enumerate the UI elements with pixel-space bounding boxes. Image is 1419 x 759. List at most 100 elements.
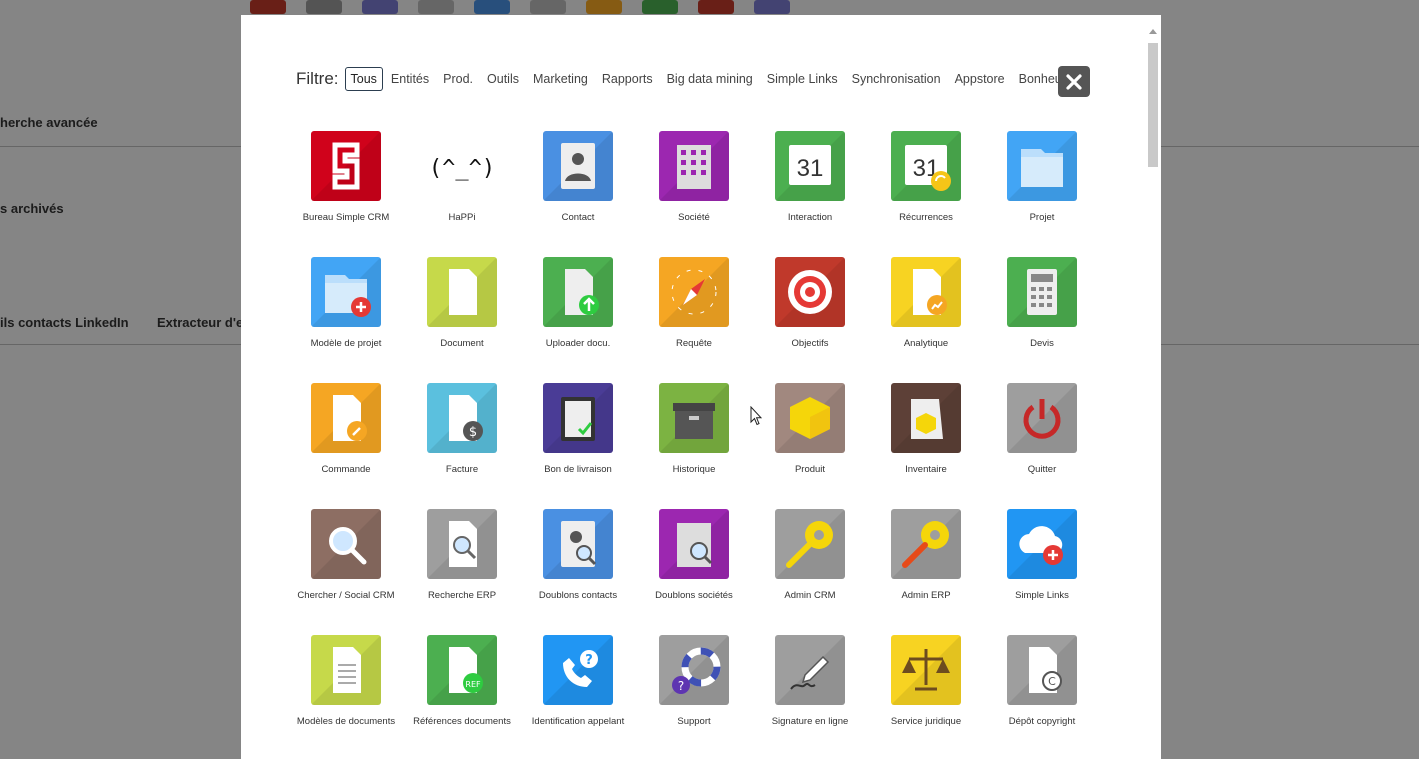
scrollbar-thumb[interactable] bbox=[1148, 43, 1158, 167]
app-tile-commande[interactable]: Commande bbox=[288, 383, 404, 509]
app-tile-label: Modèle de projet bbox=[310, 338, 382, 349]
filter-appstore[interactable]: Appstore bbox=[949, 67, 1011, 91]
power-icon bbox=[1007, 383, 1077, 453]
app-tile-label: Inventaire bbox=[905, 464, 947, 475]
app-tile-uploader-docu[interactable]: Uploader docu. bbox=[520, 257, 636, 383]
app-tile-modele-de-projet[interactable]: Modèle de projet bbox=[288, 257, 404, 383]
app-tile-facture[interactable]: $ Facture bbox=[404, 383, 520, 509]
filter-marketing[interactable]: Marketing bbox=[527, 67, 594, 91]
filter-prod[interactable]: Prod. bbox=[437, 67, 479, 91]
cloud-add-icon bbox=[1007, 509, 1077, 579]
filter-entites[interactable]: Entités bbox=[385, 67, 435, 91]
app-tile-bureau-simple-crm[interactable]: Bureau Simple CRM bbox=[288, 131, 404, 257]
app-tile-label: Admin ERP bbox=[901, 590, 951, 601]
app-tile-identification-appelant[interactable]: ? Identification appelant bbox=[520, 635, 636, 759]
gear-wrench-icon bbox=[775, 509, 845, 579]
app-tile-bon-de-livraison[interactable]: Bon de livraison bbox=[520, 383, 636, 509]
order-document-icon bbox=[311, 383, 381, 453]
close-button[interactable] bbox=[1058, 66, 1090, 97]
filter-tous[interactable]: Tous bbox=[344, 67, 383, 91]
app-tile-label: Société bbox=[678, 212, 710, 223]
app-tile-label: Bon de livraison bbox=[544, 464, 612, 475]
app-tile-admin-crm[interactable]: Admin CRM bbox=[752, 509, 868, 635]
app-tile-happi[interactable]: (^_^) HaPPi bbox=[404, 131, 520, 257]
contact-card-icon bbox=[543, 131, 613, 201]
building-icon bbox=[659, 131, 729, 201]
app-tile-label: Admin CRM bbox=[784, 590, 836, 601]
svg-text:REF: REF bbox=[465, 680, 481, 689]
app-tile-label: Devis bbox=[1030, 338, 1054, 349]
app-tile-label: Dépôt copyright bbox=[1008, 716, 1076, 727]
filter-label: Filtre: bbox=[296, 69, 339, 88]
app-tile-interaction[interactable]: 31 Interaction bbox=[752, 131, 868, 257]
app-tile-chercher-social-crm[interactable]: Chercher / Social CRM bbox=[288, 509, 404, 635]
app-tile-document[interactable]: Document bbox=[404, 257, 520, 383]
simple-crm-logo-icon bbox=[311, 131, 381, 201]
app-tile-doublons-societes[interactable]: Doublons sociétés bbox=[636, 509, 752, 635]
app-tile-produit[interactable]: Produit bbox=[752, 383, 868, 509]
app-tile-references-documents[interactable]: REF Références documents bbox=[404, 635, 520, 759]
app-tile-societe[interactable]: Société bbox=[636, 131, 752, 257]
app-tile-objectifs[interactable]: Objectifs bbox=[752, 257, 868, 383]
filter-simple-links[interactable]: Simple Links bbox=[761, 67, 844, 91]
folder-add-icon bbox=[311, 257, 381, 327]
close-icon bbox=[1066, 73, 1082, 90]
app-tile-label: Document bbox=[440, 338, 484, 349]
clipboard-check-icon bbox=[543, 383, 613, 453]
app-tile-simple-links[interactable]: Simple Links bbox=[984, 509, 1100, 635]
app-tile-label: Service juridique bbox=[890, 716, 962, 727]
calendar-recurring-icon: 31 bbox=[891, 131, 961, 201]
app-tile-contact[interactable]: Contact bbox=[520, 131, 636, 257]
target-icon bbox=[775, 257, 845, 327]
duplicate-companies-icon bbox=[659, 509, 729, 579]
calculator-icon bbox=[1007, 257, 1077, 327]
filter-outils[interactable]: Outils bbox=[481, 67, 525, 91]
app-tile-label: Bureau Simple CRM bbox=[302, 212, 390, 223]
app-tile-requete[interactable]: Requête bbox=[636, 257, 752, 383]
app-tile-recurrences[interactable]: 31 Récurrences bbox=[868, 131, 984, 257]
pen-signature-icon bbox=[775, 635, 845, 705]
app-grid: Bureau Simple CRM (^_^) HaPPi Contact Sociét… bbox=[288, 131, 1100, 759]
filter-bar: Filtre: Tous Entités Prod. Outils Market… bbox=[296, 66, 1074, 92]
scrollbar[interactable] bbox=[1144, 27, 1161, 759]
search-document-icon bbox=[427, 509, 497, 579]
app-tile-label: Produit bbox=[794, 464, 826, 475]
app-tile-analytique[interactable]: Analytique bbox=[868, 257, 984, 383]
document-template-icon bbox=[311, 635, 381, 705]
app-tile-admin-erp[interactable]: Admin ERP bbox=[868, 509, 984, 635]
app-tile-signature-en-ligne[interactable]: Signature en ligne bbox=[752, 635, 868, 759]
app-tile-doublons-contacts[interactable]: Doublons contacts bbox=[520, 509, 636, 635]
app-tile-label: Objectifs bbox=[791, 338, 829, 349]
app-tile-label: Modèles de documents bbox=[296, 716, 396, 727]
scroll-up-arrow[interactable] bbox=[1149, 29, 1157, 34]
filter-rapports[interactable]: Rapports bbox=[596, 67, 659, 91]
app-tile-quitter[interactable]: Quitter bbox=[984, 383, 1100, 509]
phone-question-icon: ? bbox=[543, 635, 613, 705]
app-tile-recherche-erp[interactable]: Recherche ERP bbox=[404, 509, 520, 635]
filter-synchronisation[interactable]: Synchronisation bbox=[846, 67, 947, 91]
archive-box-icon bbox=[659, 383, 729, 453]
app-tile-label: Facture bbox=[445, 464, 479, 475]
app-tile-inventaire[interactable]: Inventaire bbox=[868, 383, 984, 509]
app-tile-label: Chercher / Social CRM bbox=[297, 590, 395, 601]
app-tile-projet[interactable]: Projet bbox=[984, 131, 1100, 257]
app-tile-devis[interactable]: Devis bbox=[984, 257, 1100, 383]
app-tile-label: Support bbox=[677, 716, 711, 727]
svg-text:$: $ bbox=[469, 425, 477, 440]
app-tile-label: Contact bbox=[561, 212, 595, 223]
svg-text:(^_^): (^_^) bbox=[429, 156, 495, 181]
app-tile-label: Interaction bbox=[787, 212, 833, 223]
app-tile-historique[interactable]: Historique bbox=[636, 383, 752, 509]
svg-text:?: ? bbox=[585, 653, 593, 668]
app-tile-support[interactable]: ? Support bbox=[636, 635, 752, 759]
svg-text:31: 31 bbox=[797, 155, 824, 182]
mouse-cursor-icon bbox=[750, 406, 762, 426]
app-tile-modeles-de-documents[interactable]: Modèles de documents bbox=[288, 635, 404, 759]
app-tile-depot-copyright[interactable]: C Dépôt copyright bbox=[984, 635, 1100, 759]
filter-big-data-mining[interactable]: Big data mining bbox=[661, 67, 759, 91]
app-tile-service-juridique[interactable]: Service juridique bbox=[868, 635, 984, 759]
app-tile-label: Doublons contacts bbox=[538, 590, 618, 601]
app-tile-label: Commande bbox=[321, 464, 371, 475]
happi-face-icon: (^_^) bbox=[427, 131, 497, 201]
app-tile-label: HaPPi bbox=[448, 212, 476, 223]
